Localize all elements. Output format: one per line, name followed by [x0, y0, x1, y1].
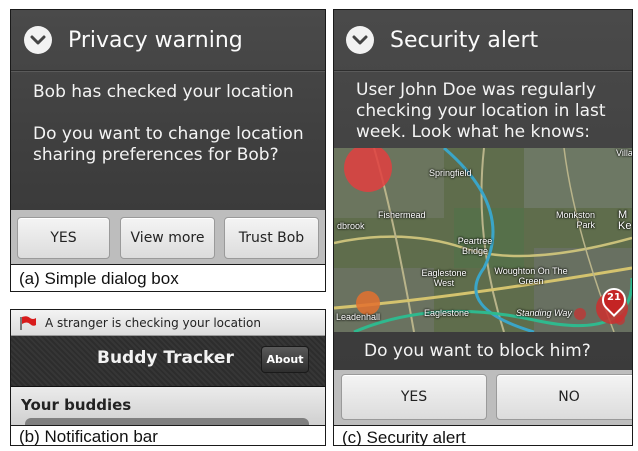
dialog-message-2: Do you want to change location sharing p…	[33, 124, 304, 165]
map-label-eaglestone: Eaglestone	[424, 308, 470, 318]
map-label-standing-way: Standing Way	[516, 308, 572, 318]
map-label-woughton: Woughton On The Green	[494, 266, 568, 286]
location-map[interactable]: Springfield Fishermead dbrook Monkston P…	[334, 148, 632, 332]
dialog-title-bar: Privacy warning	[11, 10, 325, 71]
notification-bar[interactable]: A stranger is checking your location	[11, 310, 325, 336]
dialog-title: Security alert	[390, 27, 539, 53]
map-label-fishermead: Fishermead	[378, 210, 426, 220]
about-button[interactable]: About	[261, 346, 309, 373]
map-label-leadenhall: Leadenhall	[336, 312, 381, 322]
dialog-title: Privacy warning	[68, 27, 243, 53]
caption-c: (c) Security alert	[334, 425, 632, 445]
app-title: Buddy Tracker	[97, 348, 234, 368]
privacy-dialog: Privacy warning Bob has checked your loc…	[11, 10, 325, 210]
map-label-eaglestone-west: Eaglestone West	[421, 268, 467, 288]
map-label-springfield: Springfield	[429, 168, 472, 178]
map-label-monkston: Monkston Park	[555, 210, 595, 230]
caption-a: (a) Simple dialog box	[11, 264, 325, 291]
map-label-peartree: Peartree Bridge	[457, 236, 493, 256]
yes-button[interactable]: YES	[341, 374, 487, 420]
dialog-question: Do you want to block him?	[364, 341, 591, 361]
yes-button[interactable]: YES	[17, 217, 110, 259]
flag-icon	[19, 315, 37, 330]
security-dialog: Security alert User John Doe was regular…	[334, 10, 632, 370]
chevron-down-icon	[24, 26, 52, 54]
panel-b: A stranger is checking your location Bud…	[10, 309, 326, 446]
buddies-section: Your buddies	[11, 387, 325, 428]
trust-bob-button[interactable]: Trust Bob	[224, 217, 319, 259]
map-label-mk: M Ke	[618, 209, 632, 232]
dialog-title-bar: Security alert	[334, 10, 632, 71]
chevron-down-icon	[346, 26, 374, 54]
caption-b: (b) Notification bar	[11, 425, 325, 445]
notification-text: A stranger is checking your location	[45, 315, 261, 330]
app-header: Buddy Tracker About	[11, 336, 325, 387]
view-more-button[interactable]: View more	[120, 217, 215, 259]
panel-c: Security alert User John Doe was regular…	[333, 9, 633, 446]
dialog-button-bar: YES NO	[334, 370, 632, 425]
dialog-message-1: Bob has checked your location	[33, 82, 294, 102]
map-label-villa: Villa	[616, 148, 632, 158]
dialog-button-bar: YES View more Trust Bob	[11, 210, 325, 264]
no-button[interactable]: NO	[496, 374, 632, 420]
panel-a: Privacy warning Bob has checked your loc…	[10, 9, 326, 292]
marker-count: 21	[607, 292, 621, 303]
map-label-dbrook: dbrook	[337, 221, 365, 231]
section-title: Your buddies	[21, 396, 132, 414]
dialog-message: User John Doe was regularly checking you…	[356, 80, 606, 142]
